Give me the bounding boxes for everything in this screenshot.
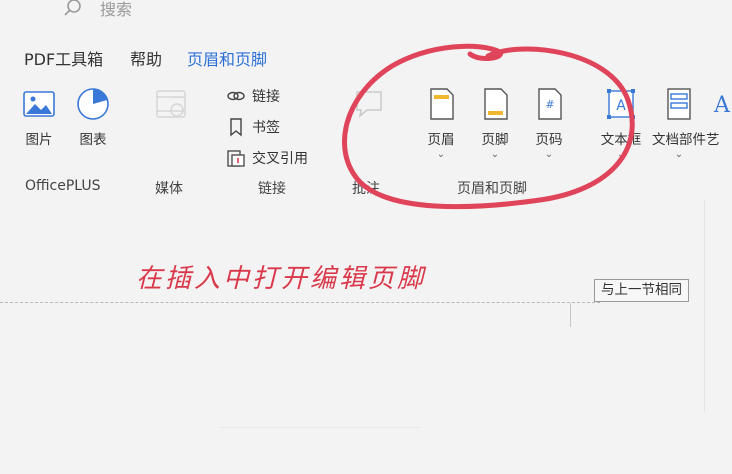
- bookmark-icon: [230, 118, 242, 137]
- pie-chart-icon: [77, 88, 109, 120]
- svg-text:A: A: [713, 93, 731, 118]
- tab-header-footer[interactable]: 页眉和页脚: [187, 46, 267, 70]
- doc-parts-label: 文档部件: [652, 132, 706, 148]
- footer-button[interactable]: 页脚 ⌄: [468, 86, 522, 160]
- bookmark-button[interactable]: 书签: [226, 117, 280, 137]
- page-guide: [220, 427, 420, 428]
- group-media-label: 媒体: [155, 181, 183, 197]
- page-edge: [704, 200, 705, 412]
- page-number-button[interactable]: # 页码 ⌄: [522, 86, 576, 160]
- link-label: 链接: [252, 89, 280, 105]
- header-button[interactable]: 页眉 ⌄: [414, 86, 468, 160]
- tab-help[interactable]: 帮助: [130, 46, 162, 70]
- svg-text:#: #: [545, 98, 554, 111]
- art-text-icon: A: [713, 93, 731, 118]
- footer-label: 页脚: [481, 132, 509, 148]
- picture-label: 图片: [25, 132, 53, 148]
- media-button: [144, 86, 198, 122]
- group-header-footer-label: 页眉和页脚: [457, 181, 527, 197]
- chevron-down-icon[interactable]: ⌄: [522, 150, 576, 160]
- group-comment-label: 批注: [352, 181, 380, 197]
- page-number-icon: #: [538, 88, 562, 120]
- tab-pdf-toolbox[interactable]: PDF工具箱: [24, 46, 103, 70]
- cross-reference-icon: [227, 150, 245, 167]
- search-icon[interactable]: [62, 0, 84, 20]
- doc-parts-button[interactable]: 文档部件 ⌄: [652, 86, 706, 160]
- comment-button[interactable]: [342, 86, 396, 122]
- comment-icon: [356, 91, 382, 118]
- chevron-down-icon[interactable]: ⌄: [594, 150, 648, 160]
- cross-reference-label: 交叉引用: [252, 151, 308, 167]
- textbox-icon: A: [607, 89, 635, 119]
- textbox-label: 文本框: [600, 132, 642, 148]
- annotation-text: 在插入中打开编辑页脚: [136, 264, 427, 294]
- link-button[interactable]: 链接: [226, 86, 280, 106]
- bookmark-label: 书签: [252, 120, 280, 136]
- art-text-button[interactable]: A 艺: [706, 86, 732, 148]
- svg-text:A: A: [616, 98, 626, 114]
- footer-icon: [484, 88, 508, 120]
- header-label: 页眉: [427, 132, 455, 148]
- chevron-down-icon[interactable]: ⌄: [414, 150, 468, 160]
- picture-icon: [23, 91, 55, 117]
- art-text-label: 艺: [706, 132, 720, 148]
- cross-reference-button[interactable]: 交叉引用: [226, 148, 308, 168]
- chevron-down-icon[interactable]: ⌄: [468, 150, 522, 160]
- margin-marker: [570, 303, 571, 327]
- media-icon: [156, 90, 186, 118]
- page-number-label: 页码: [535, 132, 563, 148]
- group-links-label: 链接: [258, 181, 286, 197]
- textbox-button[interactable]: A 文本框 ⌄: [594, 86, 648, 160]
- chart-button[interactable]: 图表: [66, 86, 120, 148]
- annotation-circle: [342, 43, 635, 210]
- same-as-previous-badge[interactable]: 与上一节相同: [594, 279, 689, 302]
- search-label[interactable]: 搜索: [100, 0, 132, 20]
- picture-button[interactable]: 图片: [12, 86, 66, 148]
- group-officeplus-label: OfficePLUS: [25, 178, 101, 194]
- header-boundary-line: [0, 302, 600, 303]
- chevron-down-icon[interactable]: ⌄: [652, 150, 706, 160]
- doc-parts-icon: [667, 88, 691, 120]
- link-icon: [227, 91, 245, 101]
- header-icon: [430, 88, 454, 120]
- chart-label: 图表: [79, 132, 107, 148]
